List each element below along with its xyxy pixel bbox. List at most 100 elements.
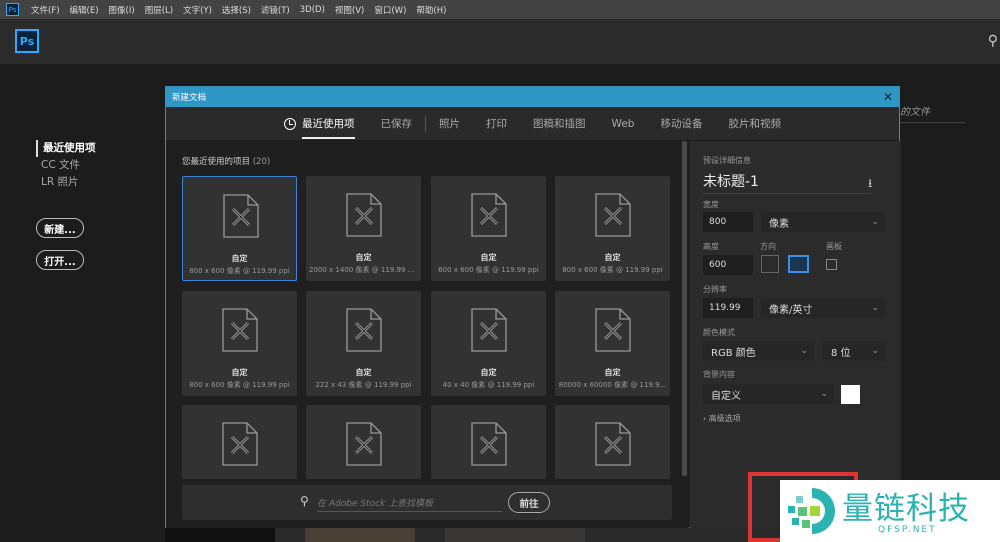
chevron-down-icon: ⌄ bbox=[820, 389, 828, 399]
tab-print[interactable]: 打印 bbox=[486, 107, 507, 141]
watermark-subtext: QFSP.NET bbox=[878, 525, 937, 535]
preset-card[interactable]: 自定 600 x 600 像素 @ 119.99 ppi bbox=[431, 176, 546, 281]
preset-card[interactable] bbox=[431, 405, 546, 479]
document-icon bbox=[223, 194, 259, 238]
background-text: 的文件 bbox=[900, 103, 965, 123]
preset-section-label: 预设详细信息 bbox=[703, 156, 751, 165]
preset-card[interactable] bbox=[182, 405, 297, 479]
card-desc: 800 x 600 像素 @ 119.99 ppi bbox=[562, 266, 663, 274]
card-name: 自定 bbox=[355, 368, 372, 377]
width-input[interactable]: 800 bbox=[703, 212, 753, 232]
height-label: 高度 bbox=[703, 242, 719, 251]
preset-card[interactable] bbox=[555, 405, 670, 479]
landscape-orientation-button[interactable] bbox=[788, 255, 809, 273]
preset-details-panel: 预设详细信息 未标题-1 ⭳ 宽度 800 像素 ⌄ 高度 方向 画板 600 分… bbox=[690, 141, 901, 529]
search-icon[interactable]: ⚲ bbox=[988, 33, 998, 49]
menu-image[interactable]: 图像(I) bbox=[109, 4, 135, 16]
stock-search-input[interactable]: 在 Adobe Stock 上查找模板 bbox=[317, 496, 502, 512]
document-name-input[interactable]: 未标题-1 bbox=[703, 171, 871, 194]
menu-help[interactable]: 帮助(H) bbox=[416, 4, 446, 16]
stock-search-bar: ⚲ 在 Adobe Stock 上查找模板 前往 bbox=[182, 485, 672, 520]
menu-view[interactable]: 视图(V) bbox=[335, 4, 364, 16]
menu-select[interactable]: 选择(S) bbox=[222, 4, 251, 16]
open-button[interactable]: 打开... bbox=[36, 250, 84, 270]
scrollbar[interactable] bbox=[682, 141, 687, 476]
artboard-checkbox[interactable] bbox=[826, 259, 837, 270]
recent-title-text: 您最近使用的项目 bbox=[182, 157, 251, 167]
color-mode-label: 颜色模式 bbox=[703, 328, 735, 337]
portrait-orientation-button[interactable] bbox=[761, 255, 779, 273]
document-icon bbox=[595, 308, 631, 352]
background-color-swatch[interactable] bbox=[841, 385, 860, 404]
bit-depth-select[interactable]: 8 位 ⌄ bbox=[823, 341, 885, 361]
dialog-titlebar: 新建文档 ✕ bbox=[166, 87, 899, 107]
document-icon bbox=[346, 422, 382, 466]
menu-window[interactable]: 窗口(W) bbox=[374, 4, 406, 16]
card-name: 自定 bbox=[231, 368, 248, 377]
preset-card[interactable]: 自定 2000 x 1400 像素 @ 119.99 ppi bbox=[306, 176, 421, 281]
bit-depth-value: 8 位 bbox=[831, 347, 851, 359]
nav-cc-files[interactable]: CC 文件 bbox=[36, 157, 96, 174]
tab-saved[interactable]: 已保存 bbox=[381, 107, 413, 141]
document-icon bbox=[471, 193, 507, 237]
card-name: 自定 bbox=[604, 253, 621, 262]
home-nav: 最近使用项 CC 文件 LR 照片 bbox=[36, 140, 96, 191]
tab-recent[interactable]: 最近使用项 bbox=[284, 107, 355, 141]
search-icon: ⚲ bbox=[300, 494, 309, 508]
advanced-options-toggle[interactable]: › 高级选项 bbox=[703, 413, 741, 424]
watermark-logo: 量链科技 QFSP.NET bbox=[780, 480, 1000, 542]
card-desc: 600 x 600 像素 @ 119.99 ppi bbox=[438, 266, 539, 274]
background-value: 自定义 bbox=[711, 390, 741, 402]
dialog-title: 新建文档 bbox=[172, 93, 207, 103]
preset-card[interactable] bbox=[306, 405, 421, 479]
menu-edit[interactable]: 编辑(E) bbox=[70, 4, 99, 16]
tab-art[interactable]: 图稿和插图 bbox=[533, 107, 586, 141]
nav-recent[interactable]: 最近使用项 bbox=[36, 140, 96, 157]
preset-card[interactable]: 自定 222 x 43 像素 @ 119.99 ppi bbox=[306, 291, 421, 396]
card-desc: 800 x 600 像素 @ 119.99 ppi bbox=[189, 267, 290, 275]
menu-filter[interactable]: 滤镜(T) bbox=[261, 4, 290, 16]
recent-panel: 您最近使用的项目 (20) 自定 800 x 600 像素 @ 119.99 pp… bbox=[166, 141, 689, 529]
menu-type[interactable]: 文字(Y) bbox=[183, 4, 212, 16]
resolution-input[interactable]: 119.99 bbox=[703, 298, 753, 318]
thumbnail bbox=[445, 528, 585, 542]
ps-logo: Ps bbox=[15, 29, 39, 53]
stock-go-button[interactable]: 前往 bbox=[508, 492, 550, 513]
new-document-dialog: 新建文档 ✕ 最近使用项 已保存 照片 打印 图稿和插图 Web 移动设备 胶片… bbox=[165, 86, 901, 529]
color-mode-value: RGB 颜色 bbox=[711, 347, 756, 359]
preset-card[interactable]: 自定 800 x 600 像素 @ 119.99 ppi bbox=[182, 176, 297, 281]
resolution-unit-select[interactable]: 像素/英寸 ⌄ bbox=[761, 298, 885, 318]
app-header: Ps ⚲ bbox=[0, 19, 1000, 64]
resolution-label: 分辨率 bbox=[703, 285, 727, 294]
card-desc: 800 x 600 像素 @ 119.99 ppi bbox=[189, 381, 290, 389]
advanced-options-label: 高级选项 bbox=[708, 414, 741, 423]
tab-photo[interactable]: 照片 bbox=[439, 107, 460, 141]
document-icon bbox=[471, 308, 507, 352]
document-icon bbox=[222, 308, 258, 352]
tab-web[interactable]: Web bbox=[612, 107, 635, 141]
save-preset-icon[interactable]: ⭳ bbox=[868, 174, 872, 195]
card-desc: 40 x 40 像素 @ 119.99 ppi bbox=[442, 381, 535, 389]
tab-film[interactable]: 胶片和视频 bbox=[728, 107, 781, 141]
card-name: 自定 bbox=[604, 368, 621, 377]
tab-label: 最近使用项 bbox=[302, 118, 355, 130]
height-input[interactable]: 600 bbox=[703, 255, 753, 275]
preset-card[interactable]: 自定 800 x 600 像素 @ 119.99 ppi bbox=[182, 291, 297, 396]
preset-card[interactable]: 自定 40 x 40 像素 @ 119.99 ppi bbox=[431, 291, 546, 396]
tab-mobile[interactable]: 移动设备 bbox=[660, 107, 702, 141]
preset-card[interactable]: 自定 80000 x 60000 像素 @ 119.9... bbox=[555, 291, 670, 396]
menu-layer[interactable]: 图层(L) bbox=[145, 4, 173, 16]
chevron-down-icon: ⌄ bbox=[800, 346, 808, 356]
menu-3d[interactable]: 3D(D) bbox=[300, 5, 325, 15]
close-icon[interactable]: ✕ bbox=[883, 90, 893, 104]
chevron-down-icon: ⌄ bbox=[871, 217, 879, 227]
width-unit-select[interactable]: 像素 ⌄ bbox=[761, 212, 885, 232]
menu-file[interactable]: 文件(F) bbox=[31, 4, 60, 16]
preset-card[interactable]: 自定 800 x 600 像素 @ 119.99 ppi bbox=[555, 176, 670, 281]
color-mode-select[interactable]: RGB 颜色 ⌄ bbox=[703, 341, 814, 361]
nav-lr-photos[interactable]: LR 照片 bbox=[36, 174, 96, 191]
menu-bar: Ps 文件(F) 编辑(E) 图像(I) 图层(L) 文字(Y) 选择(S) 滤… bbox=[0, 0, 1000, 19]
background-select[interactable]: 自定义 ⌄ bbox=[703, 384, 834, 404]
new-button[interactable]: 新建... bbox=[36, 218, 84, 238]
thumbnail bbox=[305, 528, 415, 542]
